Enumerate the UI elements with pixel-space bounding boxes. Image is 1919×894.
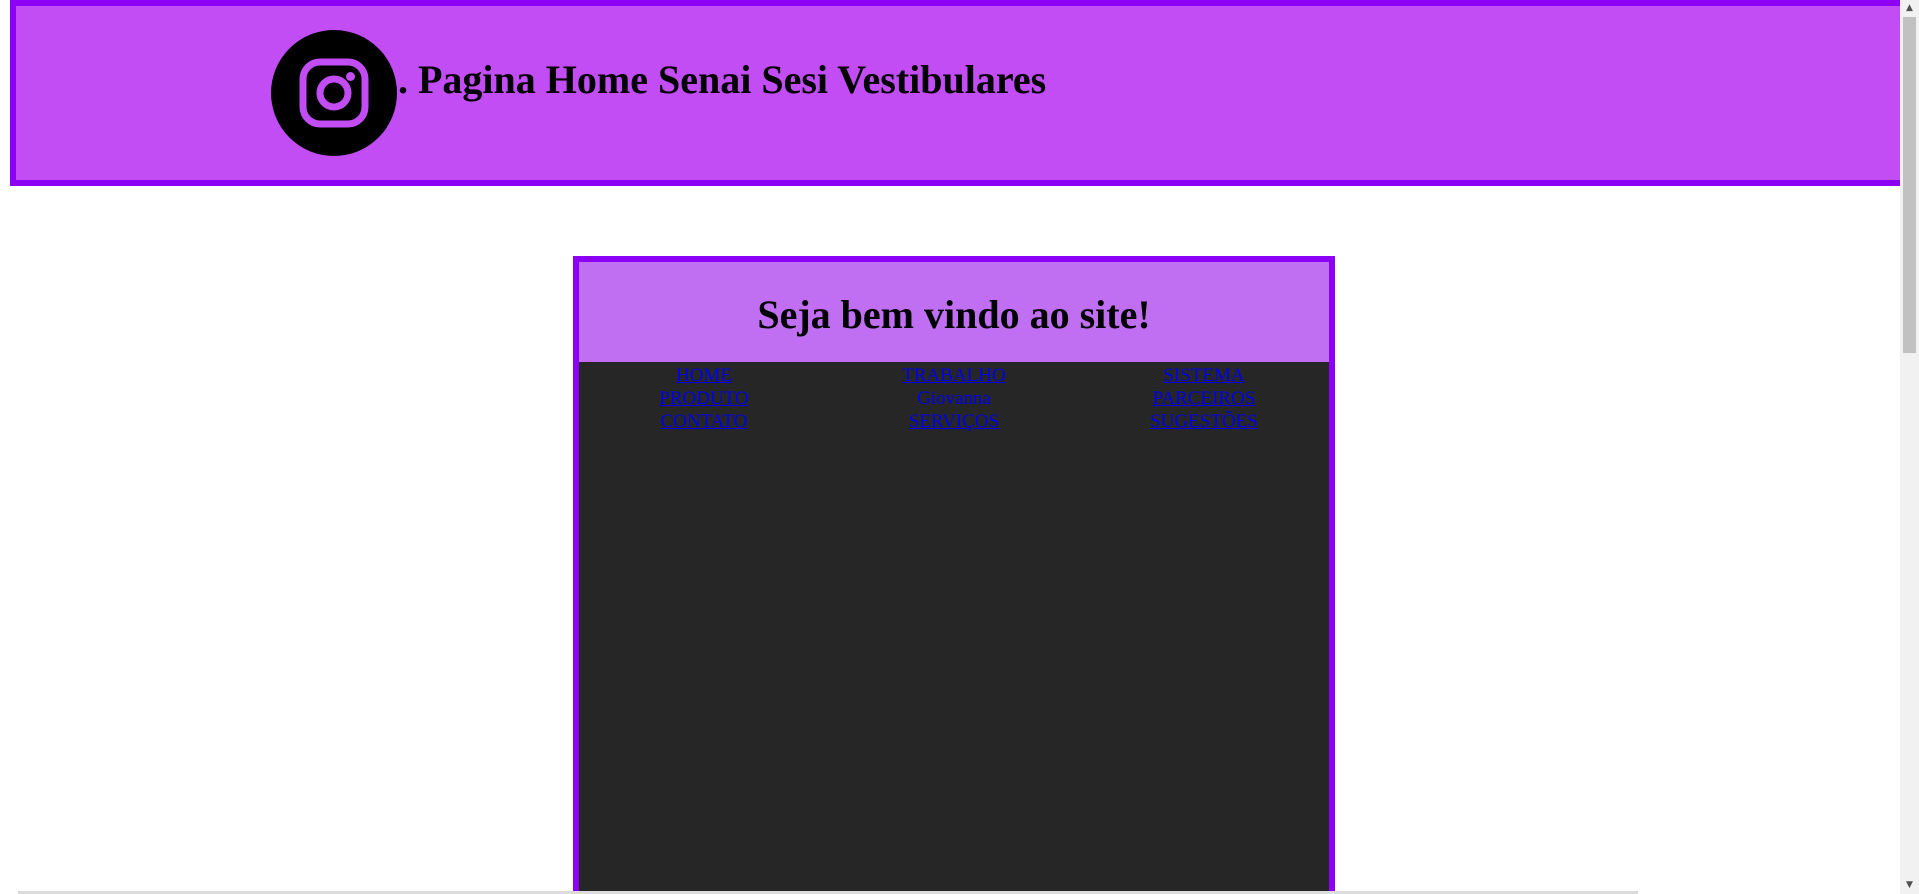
main-nav: HOME TRABALHO SISTEMA PRODUTO Giovanna P… [579, 362, 1329, 433]
scroll-up-arrow-icon[interactable]: ▲ [1900, 0, 1919, 17]
page-title: . Pagina Home Senai Sesi Vestibulares [398, 57, 1047, 102]
scroll-down-arrow-icon[interactable]: ▼ [1900, 877, 1919, 894]
nav-link-produto[interactable]: PRODUTO [579, 387, 829, 410]
nav-link-sugestoes[interactable]: SUGESTÕES [1079, 410, 1329, 433]
site-header: . Pagina Home Senai Sesi Vestibulares [10, 0, 1900, 186]
nav-link-home[interactable]: HOME [579, 364, 829, 387]
scrollbar-thumb[interactable] [1903, 17, 1916, 353]
page: . Pagina Home Senai Sesi Vestibulares Se… [0, 0, 1900, 894]
nav-link-contato[interactable]: CONTATO [579, 410, 829, 433]
welcome-panel: Seja bem vindo ao site! HOME TRABALHO SI… [573, 256, 1335, 894]
welcome-title: Seja bem vindo ao site! [757, 292, 1151, 337]
instagram-logo[interactable] [271, 30, 397, 156]
nav-link-servicos[interactable]: SERVIÇOS [829, 410, 1079, 433]
nav-link-sistema[interactable]: SISTEMA [1079, 364, 1329, 387]
nav-text-giovanna: Giovanna [917, 388, 991, 409]
instagram-icon [299, 58, 369, 128]
nav-link-trabalho[interactable]: TRABALHO [829, 364, 1079, 387]
welcome-header: Seja bem vindo ao site! [579, 262, 1329, 362]
vertical-scrollbar[interactable]: ▲ ▼ [1900, 0, 1919, 894]
nav-link-parceiros[interactable]: PARCEIROS [1079, 387, 1329, 410]
